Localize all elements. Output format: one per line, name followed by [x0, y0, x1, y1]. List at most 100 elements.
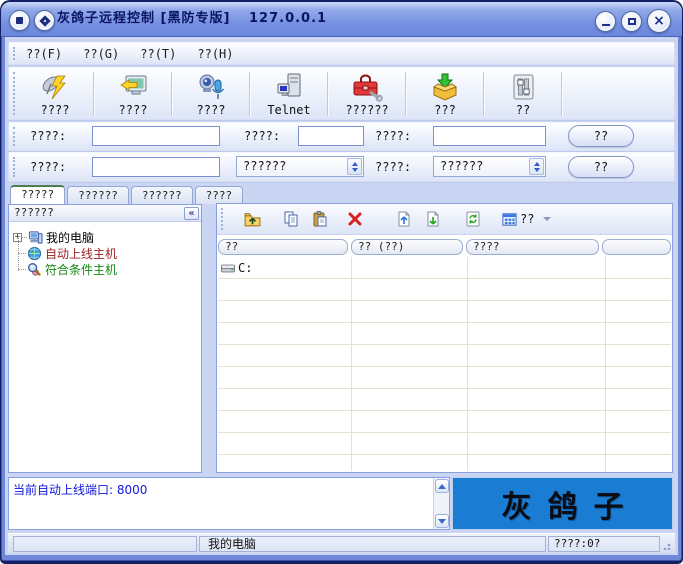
- column-header-name[interactable]: ??: [218, 239, 348, 255]
- box-download-icon: [429, 72, 461, 102]
- toolbar-button-label: ????: [197, 103, 226, 117]
- log-text: 当前自动上线端口: 8000: [13, 481, 147, 498]
- up-folder-button[interactable]: [240, 207, 264, 231]
- title-bar[interactable]: 灰鸽子远程控制 [黑防专版] 127.0.0.1 ×: [1, 2, 682, 37]
- toolbar-button-switches[interactable]: ??: [490, 70, 556, 118]
- toolbar-button-label: ????: [41, 103, 70, 117]
- connect-button[interactable]: ??: [568, 125, 634, 147]
- combobox-dropdown-button[interactable]: [529, 158, 544, 175]
- toolbar-button-auto-online[interactable]: ????: [22, 70, 88, 118]
- toolbar-button-telnet[interactable]: Telnet: [256, 70, 322, 118]
- rebar-gripper[interactable]: [13, 72, 16, 115]
- column-header-size[interactable]: ?? (??): [351, 239, 463, 255]
- tree-item-auto-online-hosts[interactable]: 自动上线主机: [9, 245, 201, 261]
- tree-connector: [18, 253, 26, 254]
- spin-up-icon: [534, 162, 540, 166]
- tree-item-matching-hosts[interactable]: 符合条件主机: [9, 261, 201, 277]
- scroll-down-button[interactable]: [435, 514, 449, 528]
- rebar-gripper[interactable]: [13, 127, 16, 146]
- app-window: 灰鸽子远程控制 [黑防专版] 127.0.0.1 × ??(F) ??(G) ?…: [0, 0, 683, 564]
- view-mode-button[interactable]: ??: [498, 207, 537, 231]
- refresh-button[interactable]: [461, 207, 485, 231]
- search-type-combobox[interactable]: ??????: [236, 156, 364, 177]
- port-input[interactable]: [298, 126, 364, 146]
- tree-item-my-computer[interactable]: + 我的电脑: [9, 229, 201, 245]
- spin-up-icon: [352, 162, 358, 166]
- status-section-location: 我的电脑: [199, 536, 546, 552]
- arrow-down-icon: [438, 519, 446, 524]
- globe-icon: [26, 246, 42, 261]
- upload-button[interactable]: [392, 207, 416, 231]
- spin-down-icon: [352, 168, 358, 172]
- grid-view-icon: [501, 211, 518, 228]
- password-input[interactable]: [433, 126, 546, 146]
- delete-button[interactable]: [343, 207, 367, 231]
- pin-button[interactable]: [34, 10, 55, 31]
- resize-grip[interactable]: [663, 541, 672, 550]
- brand-logo-text: 灰鸽子: [486, 482, 640, 526]
- close-button[interactable]: ×: [647, 9, 671, 33]
- column-header-type[interactable]: ????: [466, 239, 599, 255]
- tree-item-label: 符合条件主机: [45, 261, 117, 278]
- combobox-dropdown-button[interactable]: [347, 158, 362, 175]
- menu-item-g[interactable]: ??(G): [81, 46, 121, 62]
- toolbar-button-label: ??: [516, 103, 530, 117]
- close-icon: ×: [653, 14, 665, 28]
- spin-down-icon: [534, 168, 540, 172]
- range-combobox[interactable]: ??????: [433, 156, 546, 177]
- tab-1[interactable]: ?????: [10, 185, 65, 204]
- log-scrollbar[interactable]: [433, 478, 449, 529]
- brand-logo-panel: 灰鸽子: [452, 477, 673, 530]
- rebar-gripper[interactable]: [221, 208, 224, 230]
- diamond-icon: [39, 15, 50, 26]
- menu-item-h[interactable]: ??(H): [195, 46, 235, 62]
- tree-guide-line: [18, 238, 19, 271]
- rebar-gripper[interactable]: [13, 47, 16, 60]
- log-area[interactable]: 当前自动上线端口: 8000: [8, 477, 450, 530]
- combobox-value: ??????: [440, 159, 483, 173]
- delete-x-icon: [346, 210, 364, 228]
- system-menu-button[interactable]: [9, 10, 30, 31]
- minimize-button[interactable]: [595, 11, 616, 32]
- chevron-down-icon: [543, 217, 551, 221]
- menu-bar: ??(F) ??(G) ??(T) ??(H): [8, 42, 675, 65]
- menu-item-f[interactable]: ??(F): [24, 46, 64, 62]
- collapse-panel-button[interactable]: «: [184, 207, 199, 220]
- combobox-value: ??????: [243, 159, 286, 173]
- toolbar-button-label: ????: [119, 103, 148, 117]
- tab-bar: ????? ?????? ?????? ????: [10, 185, 243, 204]
- toolbar-button-screen-capture[interactable]: ????: [100, 70, 166, 118]
- field-label-4: ????:: [30, 160, 66, 174]
- toolbar-button-build-server[interactable]: ???: [412, 70, 478, 118]
- square-icon: [16, 17, 23, 24]
- rebar-gripper[interactable]: [13, 157, 16, 177]
- file-row-label: C:: [238, 261, 252, 275]
- file-row-c-drive[interactable]: C:: [218, 257, 351, 278]
- tab-2[interactable]: ??????: [67, 186, 129, 204]
- paste-button[interactable]: [308, 207, 332, 231]
- tree-panel-title: ??????: [14, 206, 54, 219]
- menu-item-t[interactable]: ??(T): [138, 46, 178, 62]
- file-toolbar: ??: [217, 204, 672, 235]
- host-input[interactable]: [92, 126, 220, 146]
- tab-3[interactable]: ??????: [131, 186, 193, 204]
- copy-button[interactable]: [279, 207, 303, 231]
- maximize-button[interactable]: [621, 11, 642, 32]
- scroll-up-button[interactable]: [435, 479, 449, 493]
- window-title: 灰鸽子远程控制 [黑防专版]: [57, 2, 230, 37]
- column-header-extra[interactable]: [602, 239, 671, 255]
- toolbar-separator: [483, 72, 485, 116]
- host-tree: + 我的电脑 自动上线主机 符合条件主机: [9, 222, 201, 277]
- file-list-grid[interactable]: C:: [218, 257, 671, 471]
- search-host-input[interactable]: [92, 157, 220, 177]
- toolbar-button-voice-monitor[interactable]: ????: [178, 70, 244, 118]
- field-label-1: ????:: [30, 129, 66, 143]
- tab-4[interactable]: ????: [195, 186, 244, 204]
- download-icon: [424, 210, 442, 228]
- toolbar-button-toolbox[interactable]: ??????: [334, 70, 400, 118]
- download-button[interactable]: [421, 207, 445, 231]
- search-button[interactable]: ??: [568, 156, 634, 178]
- view-mode-dropdown[interactable]: [541, 207, 553, 231]
- toolbar-separator: [561, 72, 563, 116]
- field-label-5: ????:: [375, 160, 411, 174]
